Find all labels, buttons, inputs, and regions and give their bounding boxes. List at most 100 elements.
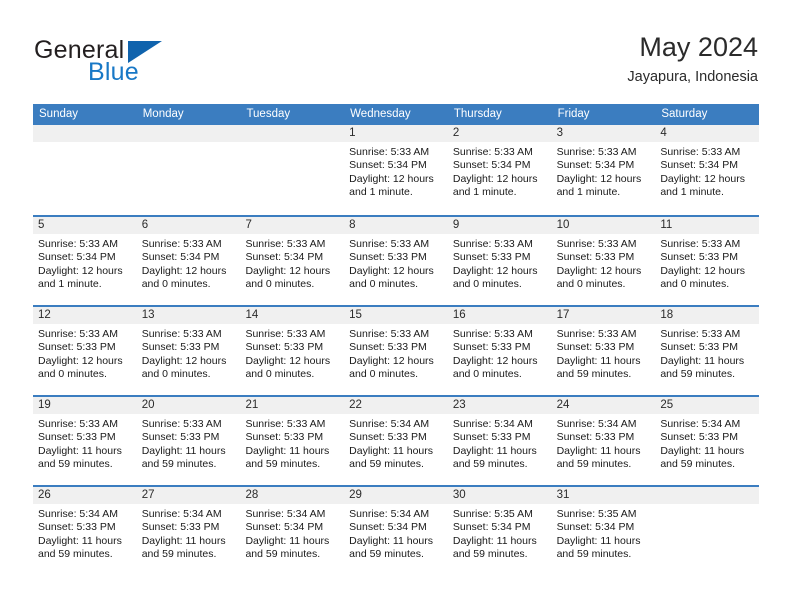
sunrise-text: Sunrise: 5:33 AM: [349, 146, 430, 158]
sunset-text: Sunset: 5:33 PM: [452, 341, 531, 354]
day-info: Sunrise: 5:33 AM Sunset: 5:34 PM Daylight:…: [448, 142, 552, 200]
daylight-text-line2: and 59 minutes.: [38, 548, 113, 561]
daylight-text-line2: and 59 minutes.: [38, 458, 113, 471]
sunset-text: Sunset: 5:34 PM: [245, 251, 324, 264]
sunrise-text: Sunrise: 5:34 AM: [38, 508, 118, 520]
day-info: Sunrise: 5:33 AM Sunset: 5:33 PM Daylight:…: [448, 234, 552, 292]
day-number: 1: [344, 125, 448, 142]
day-cell[interactable]: 3 Sunrise: 5:33 AM Sunset: 5:34 PM Daylight…: [551, 125, 656, 215]
weekday-header-saturday: Saturday: [661, 108, 708, 120]
day-info: Sunrise: 5:33 AM Sunset: 5:33 PM Daylight:…: [344, 234, 448, 292]
day-cell[interactable]: 4 Sunrise: 5:33 AM Sunset: 5:34 PM Daylight…: [655, 125, 760, 215]
day-cell[interactable]: 1 Sunrise: 5:33 AM Sunset: 5:34 PM Daylight…: [344, 125, 448, 215]
day-cell[interactable]: 21 Sunrise: 5:33 AM Sunset: 5:33 PM Dayligh…: [240, 397, 345, 485]
day-cell[interactable]: 17 Sunrise: 5:33 AM Sunset: 5:33 PM Dayligh…: [551, 307, 656, 395]
sunrise-text: Sunrise: 5:33 AM: [452, 238, 533, 250]
daylight-text-line1: Daylight: 11 hours: [141, 444, 226, 457]
day-cell-empty: [33, 125, 137, 215]
day-cell[interactable]: 12 Sunrise: 5:33 AM Sunset: 5:33 PM Dayligh…: [33, 307, 137, 395]
day-info: Sunrise: 5:33 AM Sunset: 5:34 PM Daylight:…: [344, 142, 448, 200]
day-cell[interactable]: 28 Sunrise: 5:34 AM Sunset: 5:34 PM Dayligh…: [240, 487, 345, 575]
daylight-text-line2: and 1 minute.: [452, 186, 517, 199]
calendar-body: 1 Sunrise: 5:33 AM Sunset: 5:34 PM Daylight…: [33, 125, 760, 575]
day-info: Sunrise: 5:34 AM Sunset: 5:33 PM Daylight:…: [552, 414, 656, 472]
daylight-text-line2: and 0 minutes.: [141, 368, 211, 381]
day-cell[interactable]: 9 Sunrise: 5:33 AM Sunset: 5:33 PM Daylight…: [447, 217, 552, 305]
sunset-text: Sunset: 5:33 PM: [556, 431, 635, 444]
day-cell-empty: [240, 125, 345, 215]
day-cell[interactable]: 14 Sunrise: 5:33 AM Sunset: 5:33 PM Dayligh…: [240, 307, 345, 395]
day-cell[interactable]: 19 Sunrise: 5:33 AM Sunset: 5:33 PM Dayligh…: [33, 397, 137, 485]
calendar-grid: Sunday Monday Tuesday Wednesday Thursday Frid…: [33, 104, 760, 575]
day-cell[interactable]: 22 Sunrise: 5:34 AM Sunset: 5:33 PM Dayligh…: [344, 397, 448, 485]
daylight-text-line1: Daylight: 11 hours: [245, 444, 330, 457]
sunrise-text: Sunrise: 5:33 AM: [556, 328, 637, 340]
day-cell[interactable]: 7 Sunrise: 5:33 AM Sunset: 5:34 PM Daylight…: [240, 217, 345, 305]
day-cell[interactable]: 6 Sunrise: 5:33 AM Sunset: 5:34 PM Daylight…: [136, 217, 241, 305]
daylight-text-line1: Daylight: 12 hours: [141, 264, 227, 277]
sunset-text: Sunset: 5:34 PM: [349, 159, 427, 172]
day-info: Sunrise: 5:34 AM Sunset: 5:33 PM Daylight:…: [448, 414, 552, 472]
day-cell[interactable]: 2 Sunrise: 5:33 AM Sunset: 5:34 PM Daylight…: [447, 125, 552, 215]
day-cell[interactable]: 16 Sunrise: 5:33 AM Sunset: 5:33 PM Dayligh…: [447, 307, 552, 395]
day-cell[interactable]: 24 Sunrise: 5:34 AM Sunset: 5:33 PM Dayligh…: [551, 397, 656, 485]
day-cell[interactable]: 18 Sunrise: 5:33 AM Sunset: 5:33 PM Dayligh…: [655, 307, 760, 395]
day-cell[interactable]: 30 Sunrise: 5:35 AM Sunset: 5:34 PM Dayligh…: [447, 487, 552, 575]
day-cell[interactable]: 31 Sunrise: 5:35 AM Sunset: 5:34 PM Dayligh…: [551, 487, 656, 575]
day-cell[interactable]: 27 Sunrise: 5:34 AM Sunset: 5:33 PM Dayligh…: [136, 487, 241, 575]
calendar-week-row: 19 Sunrise: 5:33 AM Sunset: 5:33 PM Dayligh…: [33, 395, 760, 485]
daylight-text-line1: Daylight: 12 hours: [452, 354, 538, 367]
day-cell[interactable]: 29 Sunrise: 5:34 AM Sunset: 5:34 PM Dayligh…: [344, 487, 448, 575]
daylight-text-line1: Daylight: 12 hours: [660, 264, 745, 277]
weekday-header-thursday: Thursday: [453, 108, 502, 120]
daylight-text-line2: and 1 minute.: [38, 278, 102, 291]
weekday-header-wednesday: Wednesday: [350, 108, 411, 120]
sunrise-text: Sunrise: 5:34 AM: [452, 418, 533, 430]
day-cell[interactable]: 20 Sunrise: 5:33 AM Sunset: 5:33 PM Dayligh…: [136, 397, 241, 485]
sunrise-text: Sunrise: 5:35 AM: [556, 508, 637, 520]
page-title: May 2024: [639, 32, 758, 62]
day-cell[interactable]: 13 Sunrise: 5:33 AM Sunset: 5:33 PM Dayligh…: [136, 307, 241, 395]
sunrise-text: Sunrise: 5:33 AM: [452, 146, 533, 158]
day-cell[interactable]: 8 Sunrise: 5:33 AM Sunset: 5:33 PM Daylight…: [344, 217, 448, 305]
day-number: 19: [33, 397, 137, 414]
day-info: Sunrise: 5:33 AM Sunset: 5:34 PM Daylight:…: [137, 234, 241, 292]
daylight-text-line1: Daylight: 11 hours: [349, 444, 434, 457]
daylight-text-line1: Daylight: 12 hours: [245, 264, 331, 277]
day-cell-empty: [655, 487, 760, 575]
daylight-text-line1: Daylight: 12 hours: [245, 354, 331, 367]
day-info: Sunrise: 5:33 AM Sunset: 5:33 PM Daylight:…: [655, 324, 759, 382]
day-cell[interactable]: 11 Sunrise: 5:33 AM Sunset: 5:33 PM Dayligh…: [655, 217, 760, 305]
day-number: 20: [136, 397, 241, 414]
day-cell[interactable]: 15 Sunrise: 5:33 AM Sunset: 5:33 PM Dayligh…: [344, 307, 448, 395]
daylight-text-line1: Daylight: 12 hours: [556, 172, 642, 185]
sunrise-text: Sunrise: 5:34 AM: [660, 418, 741, 430]
daylight-text-line2: and 0 minutes.: [452, 368, 522, 381]
daylight-text-line1: Daylight: 12 hours: [349, 264, 434, 277]
day-number: 25: [655, 397, 760, 414]
sunrise-text: Sunrise: 5:33 AM: [660, 328, 741, 340]
daylight-text-line2: and 0 minutes.: [141, 278, 211, 291]
daylight-text-line1: Daylight: 12 hours: [660, 172, 745, 185]
day-number: 10: [551, 217, 656, 234]
sunset-text: Sunset: 5:33 PM: [556, 341, 635, 354]
daylight-text-line2: and 59 minutes.: [556, 458, 632, 471]
daylight-text-line2: and 1 minute.: [660, 186, 724, 199]
day-number: 7: [240, 217, 345, 234]
day-cell[interactable]: 5 Sunrise: 5:33 AM Sunset: 5:34 PM Daylight…: [33, 217, 137, 305]
daylight-text-line2: and 0 minutes.: [660, 278, 730, 291]
sunset-text: Sunset: 5:33 PM: [660, 341, 738, 354]
day-cell[interactable]: 26 Sunrise: 5:34 AM Sunset: 5:33 PM Dayligh…: [33, 487, 137, 575]
sunrise-text: Sunrise: 5:33 AM: [38, 328, 118, 340]
daylight-text-line2: and 0 minutes.: [349, 368, 419, 381]
day-number: [655, 487, 760, 504]
daylight-text-line2: and 1 minute.: [556, 186, 621, 199]
day-info: Sunrise: 5:34 AM Sunset: 5:33 PM Daylight:…: [655, 414, 759, 472]
day-cell[interactable]: 25 Sunrise: 5:34 AM Sunset: 5:33 PM Dayligh…: [655, 397, 760, 485]
daylight-text-line1: Daylight: 11 hours: [245, 534, 330, 547]
sunset-text: Sunset: 5:34 PM: [38, 251, 116, 264]
day-cell[interactable]: 23 Sunrise: 5:34 AM Sunset: 5:33 PM Dayligh…: [447, 397, 552, 485]
day-number: 9: [447, 217, 552, 234]
day-cell[interactable]: 10 Sunrise: 5:33 AM Sunset: 5:33 PM Dayligh…: [551, 217, 656, 305]
daylight-text-line2: and 0 minutes.: [38, 368, 107, 381]
